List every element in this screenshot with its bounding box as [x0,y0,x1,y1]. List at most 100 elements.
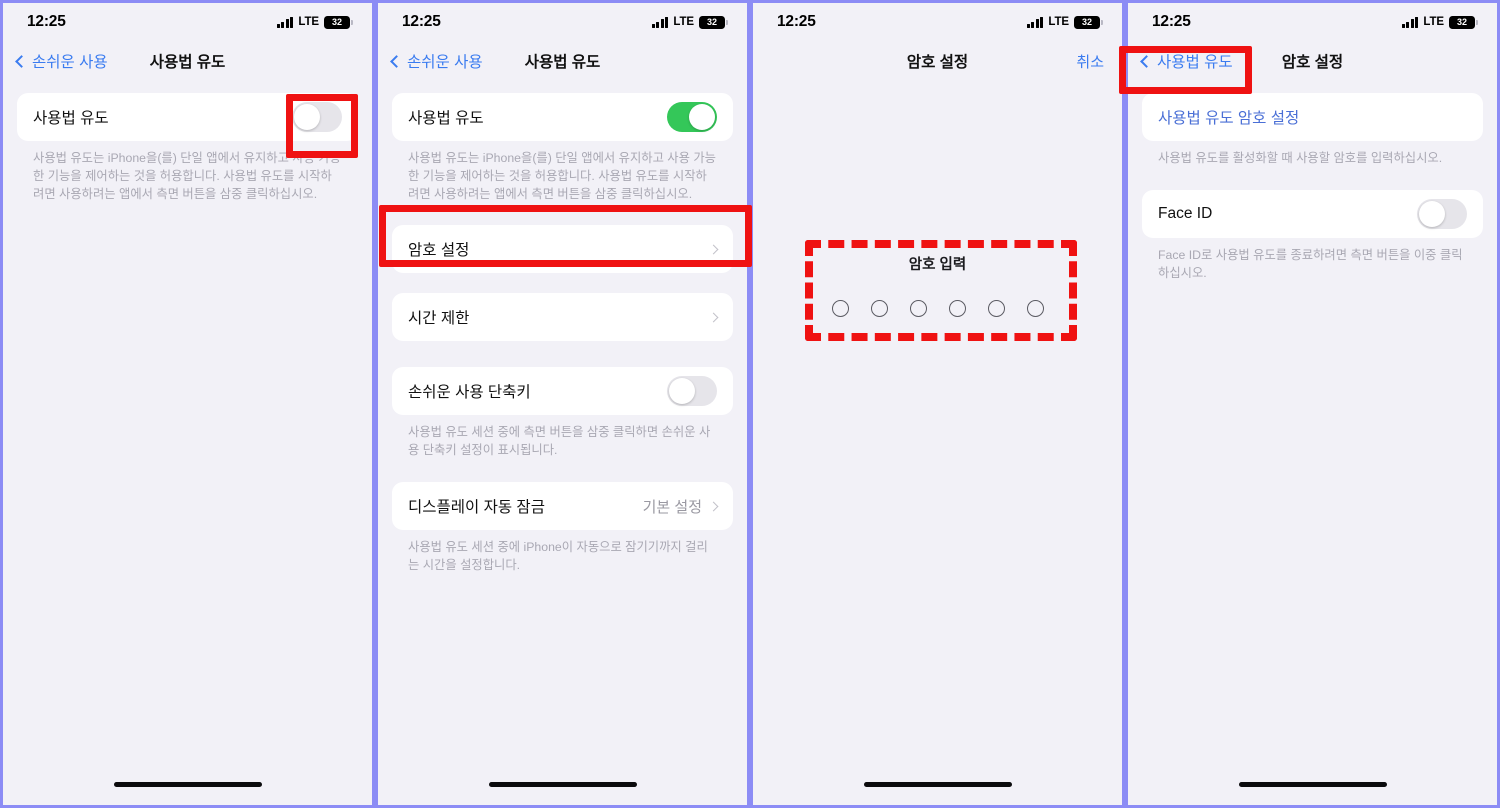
status-bar: 12:25 LTE 32 [753,3,1122,41]
row-time-limit[interactable]: 시간 제한 [392,293,733,341]
row-value: 기본 설정 [642,498,702,516]
settings-content: 사용법 유도 사용법 유도는 iPhone을(를) 단일 앱에서 유지하고 사용… [3,93,372,203]
status-time: 12:25 [1152,13,1191,30]
row-label: 시간 제한 [408,310,470,328]
battery-icon: 32 [699,15,728,29]
settings-card-toggle: 사용법 유도 [392,93,733,141]
chevron-right-icon [708,244,719,255]
battery-level: 32 [706,16,717,27]
back-button[interactable]: 손쉬운 사용 [378,50,483,72]
battery-level: 32 [331,16,342,27]
guided-access-toggle[interactable] [292,102,342,132]
back-button[interactable]: 손쉬운 사용 [3,50,108,72]
settings-card-shortcut: 손쉬운 사용 단축키 [392,367,733,416]
nav-bar: 손쉬운 사용 사용법 유도 [378,41,747,81]
home-indicator [863,782,1012,787]
toggle-knob [669,378,695,405]
guided-access-description: 사용법 유도는 iPhone을(를) 단일 앱에서 유지하고 사용 가능한 기능… [33,151,341,201]
passcode-dot [948,300,966,317]
status-bar: 12:25 LTE 32 [378,3,747,41]
cellular-bars-icon [1026,16,1044,28]
settings-content: 사용법 유도 암호 설정 사용법 유도를 활성화할 때 사용할 암호를 입력하십… [1128,93,1497,282]
row-label: 암호 설정 [408,242,470,260]
cellular-bars-icon [1401,16,1419,28]
row-face-id[interactable]: Face ID [1142,190,1483,238]
accessibility-shortcut-toggle[interactable] [667,376,717,407]
cellular-bars-icon [276,16,294,28]
face-id-toggle[interactable] [1417,198,1467,229]
settings-card-autolock: 디스플레이 자동 잠금 기본 설정 [392,482,733,531]
settings-card: 사용법 유도 [17,93,358,141]
home-indicator [488,782,637,787]
status-bar: 12:25 LTE 32 [1128,3,1497,41]
network-label: LTE [1048,16,1069,28]
home-indicator [113,782,262,787]
row-accessibility-shortcut[interactable]: 손쉬운 사용 단축키 [392,367,733,415]
row-label: 사용법 유도 암호 설정 [1158,110,1300,127]
settings-card-set-passcode: 사용법 유도 암호 설정 [1142,93,1483,141]
status-time: 12:25 [777,13,816,30]
back-label: 사용법 유도 [1157,54,1233,71]
nav-bar: 손쉬운 사용 사용법 유도 [3,41,372,81]
row-label: Face ID [1158,204,1213,222]
settings-card-faceid: Face ID [1142,189,1483,238]
status-time: 12:25 [402,13,441,30]
network-label: LTE [673,16,694,28]
status-indicators: LTE 32 [276,15,353,29]
row-set-guided-access-passcode[interactable]: 사용법 유도 암호 설정 [1142,93,1483,141]
battery-icon: 32 [1449,15,1478,29]
row-guided-access[interactable]: 사용법 유도 [17,93,358,141]
phone-panel-guided-access-off: 12:25 LTE 32 손쉬운 사용 사용법 유도 사용법 유도 사용법 유도… [0,0,375,808]
nav-bar: 암호 설정 취소 [753,41,1122,81]
back-button[interactable]: 사용법 유도 [1128,50,1233,72]
phone-panel-passcode-settings: 12:25 LTE 32 사용법 유도 암호 설정 사용법 유도 암호 설정 사… [1119,0,1500,808]
toggle-knob [294,104,320,130]
passcode-dot [987,300,1005,317]
status-bar: 12:25 LTE 32 [3,3,372,41]
network-label: LTE [298,16,319,28]
autolock-description: 사용법 유도 세션 중에 iPhone이 자동으로 잠기기까지 걸리는 시간을 … [408,540,708,572]
passcode-dot [1026,300,1044,317]
cancel-button[interactable]: 취소 [1076,51,1122,72]
home-indicator [1238,782,1387,787]
battery-icon: 32 [324,15,353,29]
faceid-description: Face ID로 사용법 유도를 종료하려면 측면 버튼을 이중 클릭하십시오. [1158,247,1463,280]
row-label: 디스플레이 자동 잠금 [408,499,545,517]
shortcut-description: 사용법 유도 세션 중에 측면 버튼을 삼중 클릭하면 손쉬운 사용 단축키 설… [408,425,711,458]
passcode-description: 사용법 유도를 활성화할 때 사용할 암호를 입력하십시오. [1158,151,1443,165]
passcode-dot [870,300,888,317]
row-label: 손쉬운 사용 단축키 [408,384,531,402]
chevron-left-icon [1140,54,1153,68]
chevron-left-icon [390,54,403,68]
status-indicators: LTE 32 [1401,15,1478,29]
page-title: 암호 설정 [906,54,969,71]
chevron-right-icon [708,312,719,323]
toggle-knob [1419,200,1445,227]
battery-icon: 32 [1074,15,1103,29]
row-guided-access[interactable]: 사용법 유도 [392,93,733,141]
battery-level: 32 [1081,16,1092,27]
screenshot-strip: 12:25 LTE 32 손쉬운 사용 사용법 유도 사용법 유도 사용법 유도… [0,0,1500,808]
cellular-bars-icon [651,16,669,28]
network-label: LTE [1423,16,1444,28]
battery-level: 32 [1456,16,1467,27]
chevron-left-icon [15,54,28,68]
back-label: 손쉬운 사용 [407,54,483,71]
passcode-dots[interactable] [753,300,1122,317]
nav-bar: 사용법 유도 암호 설정 [1128,41,1497,81]
row-label: 사용법 유도 [408,110,484,127]
row-label: 사용법 유도 [33,110,109,127]
guided-access-description: 사용법 유도는 iPhone을(를) 단일 앱에서 유지하고 사용 가능한 기능… [408,151,716,201]
status-indicators: LTE 32 [1026,15,1103,29]
passcode-prompt: 암호 입력 [908,257,967,273]
row-passcode-settings[interactable]: 암호 설정 [392,225,733,273]
passcode-dot [831,300,849,317]
back-label: 손쉬운 사용 [32,54,108,71]
status-time: 12:25 [27,13,66,30]
passcode-dot [909,300,927,317]
settings-content: 사용법 유도 사용법 유도는 iPhone을(를) 단일 앱에서 유지하고 사용… [378,93,747,575]
phone-panel-guided-access-on: 12:25 LTE 32 손쉬운 사용 사용법 유도 사용법 유도 사용법 유도… [375,0,752,808]
row-display-auto-lock[interactable]: 디스플레이 자동 잠금 기본 설정 [392,482,733,530]
guided-access-toggle[interactable] [667,102,717,132]
passcode-entry-area: 암호 입력 [753,253,1122,317]
